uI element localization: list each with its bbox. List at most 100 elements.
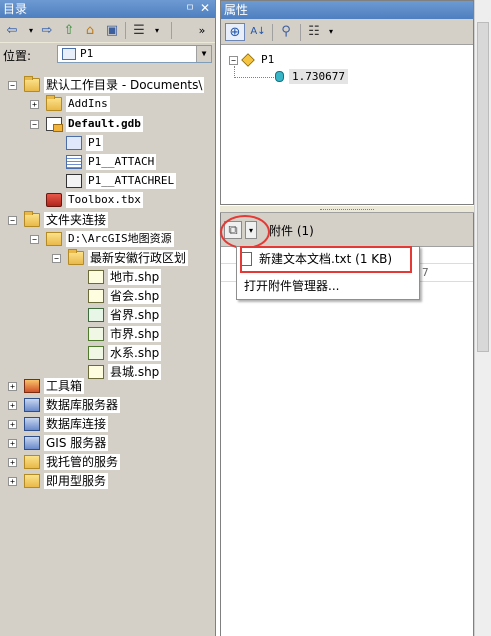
tree-item-label: D:\ArcGIS地图资源 <box>66 231 174 247</box>
tree-item-shuixi-shp[interactable]: 水系.shp <box>88 344 162 362</box>
tree-item-ready-to-use-services[interactable]: 即用型服务 <box>24 472 109 490</box>
catalog-pane: 目录 ㅁ ✕ ⇦ ▾ ⇨ ⇧ ⌂ ▣ ☰ ▾ » 位置: P1 ▼ − 默认工作… <box>0 0 216 636</box>
tree-item-dishi-shp[interactable]: 地市.shp <box>88 268 162 286</box>
tree-item-folder-connections[interactable]: 文件夹连接 <box>24 211 109 229</box>
tree-item-shengjie-shp[interactable]: 省界.shp <box>88 306 162 324</box>
tree-item-label: 市界.shp <box>108 326 162 342</box>
feature-class-icon <box>62 48 76 60</box>
zoom-to-icon[interactable]: ⚲ <box>277 23 295 40</box>
ready-to-use-services-icon <box>24 474 40 488</box>
expand-toggle[interactable]: + <box>8 458 17 467</box>
point-shapefile-icon <box>88 270 104 284</box>
chevron-down-icon[interactable]: ▼ <box>196 46 211 62</box>
tree-item-p1-attachrel[interactable]: P1__ATTACHREL <box>66 172 177 190</box>
database-field-icon <box>275 71 284 82</box>
geodatabase-icon <box>46 117 63 132</box>
collapse-toggle[interactable]: − <box>30 120 39 129</box>
tree-item-gis-servers[interactable]: GIS 服务器 <box>24 434 109 452</box>
collapse-toggle[interactable]: − <box>8 81 17 90</box>
home-folder-icon <box>24 76 40 92</box>
connect-folder-icon[interactable]: ▣ <box>103 22 121 39</box>
tree-item-label: 工具箱 <box>44 378 85 394</box>
tree-item-arcgis-resources[interactable]: D:\ArcGIS地图资源 <box>46 230 174 248</box>
tree-item-label: 地市.shp <box>108 269 162 285</box>
toolbar-separator <box>272 24 273 41</box>
tree-item-label: P1 <box>86 135 104 151</box>
polygon-shapefile-icon <box>88 346 104 360</box>
collapse-toggle[interactable]: − <box>229 56 238 65</box>
options-icon[interactable]: ☷ <box>305 23 323 40</box>
tree-item-label: 数据库连接 <box>44 416 109 432</box>
properties-title: 属性 <box>221 1 473 19</box>
menu-item-label: 打开附件管理器... <box>244 279 340 293</box>
close-icon[interactable]: ✕ <box>199 2 211 15</box>
tree-item-label: 省会.shp <box>108 288 162 304</box>
highlight-oval <box>220 215 270 249</box>
relationship-class-icon <box>66 174 82 188</box>
expand-toggle[interactable]: + <box>8 382 17 391</box>
expand-toggle[interactable]: + <box>8 477 17 486</box>
tree-item-xiancheng-shp[interactable]: 县城.shp <box>88 363 162 381</box>
tree-item-my-hosted-services[interactable]: 我托管的服务 <box>24 453 121 471</box>
tree-item-label: 文件夹连接 <box>44 212 109 228</box>
catalog-title-bar: 目录 ㅁ ✕ <box>0 0 215 18</box>
feature-class-icon <box>66 136 82 150</box>
highlight-box <box>240 246 412 273</box>
tree-item-toolbox[interactable]: Toolbox.tbx <box>46 191 143 209</box>
view-dropdown-icon[interactable]: ▾ <box>148 22 166 39</box>
tree-item-default-gdb[interactable]: Default.gdb <box>46 115 143 133</box>
more-icon[interactable]: » <box>193 22 211 39</box>
location-value: P1 <box>80 47 94 60</box>
home-icon[interactable]: ⌂ <box>81 22 99 39</box>
line-shapefile-icon <box>88 308 104 322</box>
tree-item-shijie-shp[interactable]: 市界.shp <box>88 325 162 343</box>
forward-icon[interactable]: ⇨ <box>38 22 56 39</box>
toolbox-icon <box>46 193 62 207</box>
property-value[interactable]: 1.730677 <box>289 69 348 84</box>
view-options-icon[interactable]: ☰ <box>130 22 148 39</box>
tree-item-label: Default.gdb <box>66 116 143 132</box>
tree-item-label: 默认工作目录 - Documents\ <box>44 77 205 93</box>
database-connection-icon <box>24 417 40 431</box>
expand-toggle[interactable]: + <box>8 420 17 429</box>
splitter-grip <box>320 209 374 211</box>
location-bar: 位置: P1 ▼ <box>0 43 215 65</box>
scrollbar-thumb[interactable] <box>477 22 489 352</box>
back-icon[interactable]: ⇦ <box>3 22 21 39</box>
catalog-toolbar: ⇦ ▾ ⇨ ⇧ ⌂ ▣ ☰ ▾ » <box>0 18 215 43</box>
collapse-toggle[interactable]: − <box>8 216 17 225</box>
hosted-services-icon <box>24 455 40 469</box>
options-dropdown-icon[interactable]: ▾ <box>322 23 340 40</box>
menu-item-open-attachment-manager[interactable]: 打开附件管理器... <box>237 275 419 297</box>
partial-row-text: 7 <box>422 266 429 279</box>
tree-item-database-connections[interactable]: 数据库连接 <box>24 415 109 433</box>
attachment-count-label: 附件 (1) <box>269 224 314 238</box>
expand-toggle[interactable]: + <box>8 401 17 410</box>
collapse-toggle[interactable]: − <box>52 254 61 263</box>
pin-icon[interactable]: ㅁ <box>185 3 195 14</box>
up-icon[interactable]: ⇧ <box>60 22 78 39</box>
location-combobox[interactable]: P1 ▼ <box>57 45 212 63</box>
toolboxes-icon <box>24 379 40 393</box>
folder-icon <box>46 95 62 111</box>
tree-item-anhui-divisions[interactable]: 最新安徽行政区划 <box>68 249 189 267</box>
tree-item-toolboxes[interactable]: 工具箱 <box>24 377 85 395</box>
tree-item-addins[interactable]: AddIns <box>46 95 110 113</box>
tree-item-p1[interactable]: P1 <box>66 134 104 152</box>
tree-item-label: AddIns <box>66 96 110 112</box>
collapse-toggle[interactable]: − <box>30 235 39 244</box>
tree-item-p1-attach[interactable]: P1__ATTACH <box>66 153 157 171</box>
tree-item-home-folder[interactable]: 默认工作目录 - Documents\ <box>24 76 205 94</box>
sort-az-icon[interactable]: A↓ <box>249 23 267 40</box>
expand-toggle[interactable]: + <box>8 439 17 448</box>
folder-connection-icon <box>46 232 62 246</box>
panel-splitter[interactable] <box>220 205 474 213</box>
vertical-scrollbar[interactable] <box>474 0 491 636</box>
tree-item-shenghui-shp[interactable]: 省会.shp <box>88 287 162 305</box>
expand-toggle[interactable]: + <box>30 100 39 109</box>
categorized-icon[interactable]: ⊕ <box>225 23 245 41</box>
tree-item-label: P1__ATTACH <box>86 154 157 170</box>
tree-item-database-servers[interactable]: 数据库服务器 <box>24 396 121 414</box>
tree-item-label: 水系.shp <box>108 345 162 361</box>
catalog-title: 目录 <box>3 2 28 16</box>
